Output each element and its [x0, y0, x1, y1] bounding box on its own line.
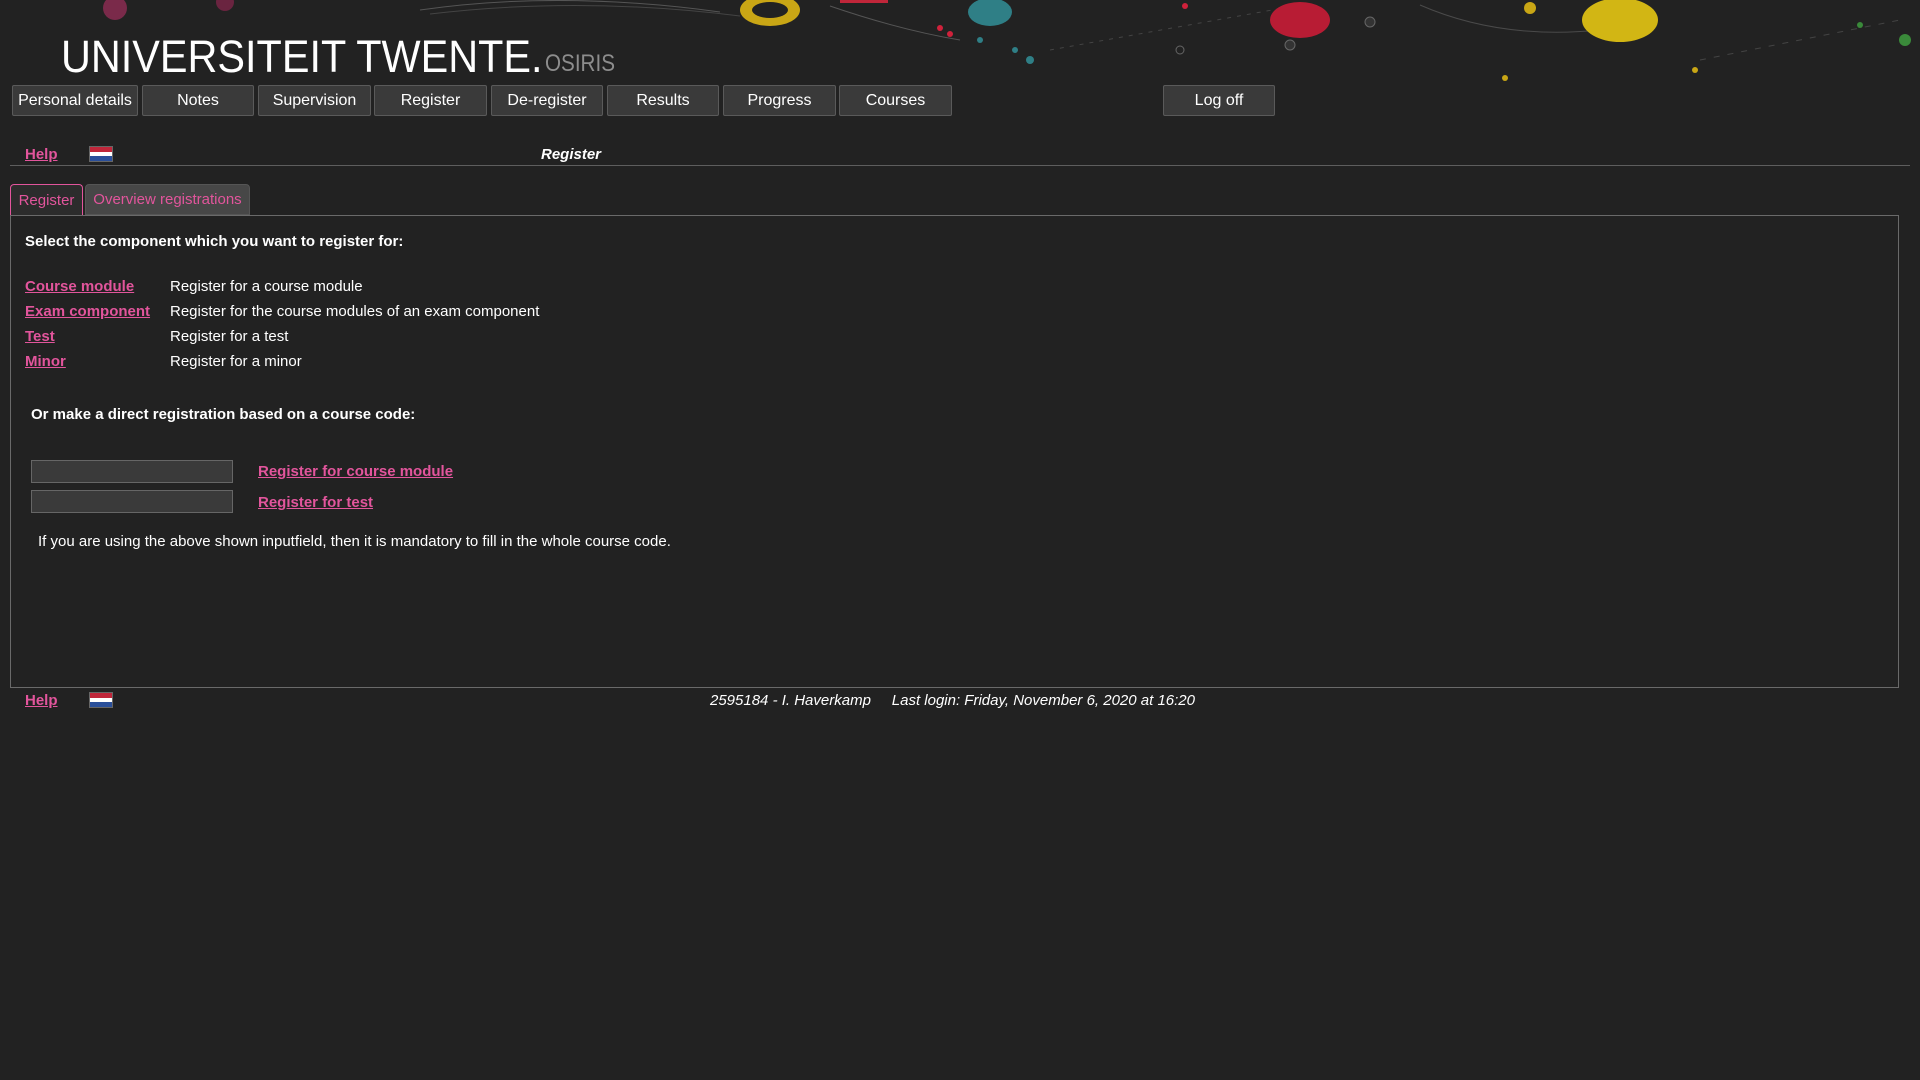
select-component-heading: Select the component which you want to r… — [25, 233, 404, 250]
dutch-flag-icon[interactable] — [89, 146, 113, 162]
exam-component-description: Register for the course modules of an ex… — [170, 303, 540, 320]
nav-de-register[interactable]: De-register — [491, 85, 603, 116]
test-link[interactable]: Test — [25, 328, 55, 345]
nav-personal-details[interactable]: Personal details — [12, 85, 138, 116]
help-link-bottom[interactable]: Help — [25, 692, 58, 709]
footer-user-info: 2595184 - I. Haverkamp Last login: Frida… — [710, 692, 1195, 709]
test-code-input[interactable] — [31, 490, 233, 513]
register-test-link[interactable]: Register for test — [258, 494, 373, 511]
register-course-module-link[interactable]: Register for course module — [258, 463, 453, 480]
logoff-button[interactable]: Log off — [1163, 85, 1275, 116]
mandatory-note: If you are using the above shown inputfi… — [38, 533, 671, 550]
header-banner: UNIVERSITEIT TWENTE. OSIRIS — [0, 0, 1920, 86]
nav-courses[interactable]: Courses — [839, 85, 952, 116]
user-id-name: 2595184 - I. Haverkamp — [710, 692, 871, 709]
page-title: Register — [541, 146, 602, 163]
test-description: Register for a test — [170, 328, 289, 345]
course-module-code-input[interactable] — [31, 460, 233, 483]
last-login: Last login: Friday, November 6, 2020 at … — [891, 692, 1195, 709]
nav-notes[interactable]: Notes — [142, 85, 254, 116]
course-module-link[interactable]: Course module — [25, 278, 134, 295]
minor-description: Register for a minor — [170, 353, 302, 370]
exam-component-link[interactable]: Exam component — [25, 303, 150, 320]
direct-registration-heading: Or make a direct registration based on a… — [31, 406, 416, 423]
minor-link[interactable]: Minor — [25, 353, 66, 370]
nav-progress[interactable]: Progress — [723, 85, 836, 116]
nav-supervision[interactable]: Supervision — [258, 85, 371, 116]
divider — [10, 165, 1910, 166]
tab-register[interactable]: Register — [10, 184, 83, 215]
university-logo: UNIVERSITEIT TWENTE. — [61, 31, 543, 82]
nav-register[interactable]: Register — [374, 85, 487, 116]
dutch-flag-icon[interactable] — [89, 692, 113, 708]
course-module-description: Register for a course module — [170, 278, 363, 295]
help-link-top[interactable]: Help — [25, 146, 58, 163]
app-name: OSIRIS — [545, 50, 615, 77]
tab-overview-registrations[interactable]: Overview registrations — [85, 184, 250, 215]
nav-results[interactable]: Results — [607, 85, 719, 116]
